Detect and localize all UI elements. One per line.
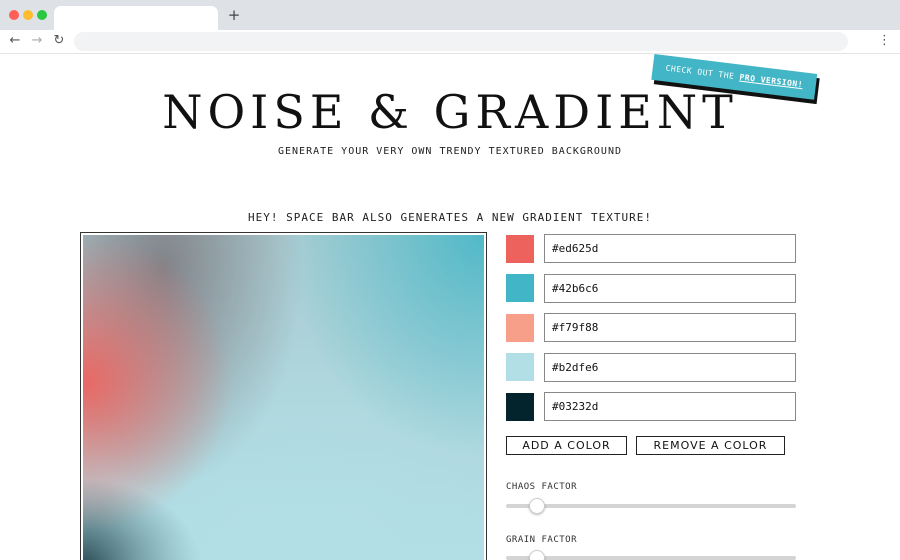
color-swatch-1[interactable] — [506, 235, 534, 263]
gradient-preview[interactable] — [83, 235, 484, 560]
color-swatch-3[interactable] — [506, 314, 534, 342]
browser-toolbar: ← → ↻ ⋮ — [0, 30, 900, 54]
browser-tab[interactable] — [54, 6, 218, 30]
pro-badge-prefix: CHECK OUT THE — [665, 63, 741, 82]
grain-factor-label: GRAIN FACTOR — [506, 535, 578, 545]
color-hex-input-1[interactable] — [544, 234, 796, 263]
grain-factor-track[interactable] — [506, 556, 796, 560]
pro-version-link[interactable]: PRO VERSION! — [739, 73, 803, 90]
color-swatch-4[interactable] — [506, 353, 534, 381]
gradient-preview-frame — [80, 232, 487, 560]
minimize-window-icon[interactable] — [23, 10, 33, 20]
address-bar[interactable] — [74, 32, 848, 51]
back-arrow-icon[interactable]: ← — [7, 33, 23, 49]
remove-color-button[interactable]: REMOVE A COLOR — [636, 436, 785, 455]
chaos-factor-thumb[interactable] — [529, 498, 545, 514]
spacebar-hint: HEY! SPACE BAR ALSO GENERATES A NEW GRAD… — [248, 211, 652, 224]
color-hex-input-4[interactable] — [544, 353, 796, 382]
color-hex-input-3[interactable] — [544, 313, 796, 342]
grain-factor-thumb[interactable] — [529, 550, 545, 560]
color-swatch-5[interactable] — [506, 393, 534, 421]
maximize-window-icon[interactable] — [37, 10, 47, 20]
chaos-factor-label: CHAOS FACTOR — [506, 482, 578, 492]
page-subtitle: GENERATE YOUR VERY OWN TRENDY TEXTURED B… — [277, 146, 622, 157]
new-tab-icon[interactable]: + — [226, 6, 242, 24]
reload-icon[interactable]: ↻ — [51, 33, 67, 49]
color-hex-input-5[interactable] — [544, 392, 796, 421]
color-hex-input-2[interactable] — [544, 274, 796, 303]
close-window-icon[interactable] — [9, 10, 19, 20]
chaos-factor-track[interactable] — [506, 504, 796, 508]
browser-tab-bar: + — [0, 0, 900, 30]
add-color-button[interactable]: ADD A COLOR — [506, 436, 627, 455]
color-swatch-2[interactable] — [506, 274, 534, 302]
forward-arrow-icon[interactable]: → — [29, 33, 45, 49]
browser-menu-icon[interactable]: ⋮ — [878, 33, 891, 49]
